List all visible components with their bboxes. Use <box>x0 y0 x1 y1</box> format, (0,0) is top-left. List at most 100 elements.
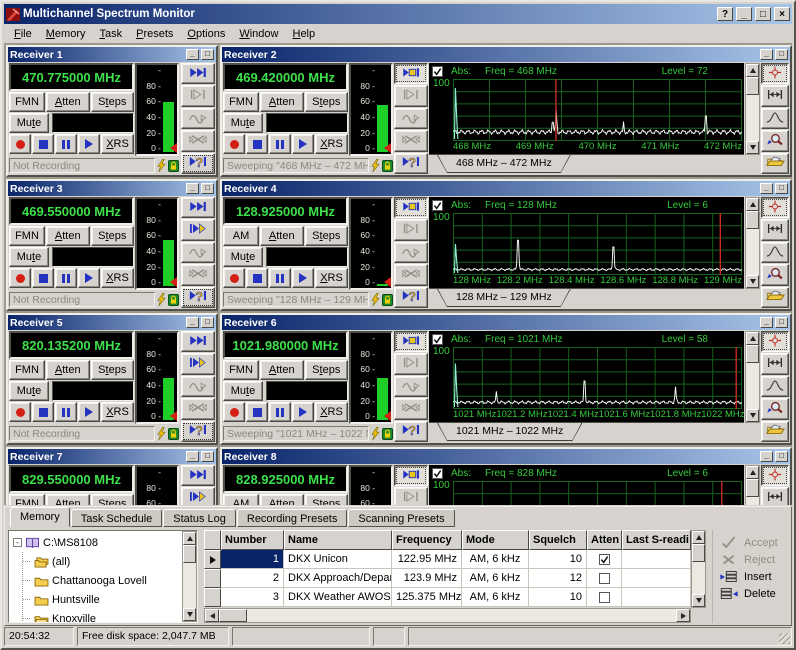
scroll-track[interactable] <box>746 497 759 505</box>
cell-mode[interactable]: AM, 6 kHz <box>462 550 529 569</box>
scroll-down-button[interactable] <box>746 275 759 288</box>
stop-button[interactable] <box>32 134 54 154</box>
menu-options[interactable]: Options <box>180 26 232 42</box>
monitor-button[interactable] <box>394 197 428 219</box>
xrs-button[interactable]: X RS <box>101 268 134 288</box>
insert-button[interactable]: Insert <box>719 570 788 583</box>
tab-memory[interactable]: Memory <box>10 507 70 527</box>
scroll-thumb[interactable] <box>746 211 759 229</box>
resume-scan-button[interactable] <box>394 85 428 107</box>
skip-button[interactable] <box>181 63 215 85</box>
minimize-button[interactable]: _ <box>186 451 199 462</box>
mode-button[interactable]: FMN <box>9 92 45 112</box>
record-button[interactable] <box>9 268 31 288</box>
atten-button[interactable]: Atten <box>46 360 90 380</box>
minimize-button[interactable]: _ <box>760 49 773 60</box>
maximize-button[interactable]: □ <box>775 317 788 328</box>
atten-button[interactable]: Atten <box>46 226 90 246</box>
mode-button[interactable]: FMN <box>9 360 45 380</box>
maximize-button[interactable]: □ <box>755 7 771 21</box>
maximize-button[interactable]: □ <box>775 49 788 60</box>
col-header-last-s-readi[interactable]: Last S-readi <box>622 530 691 550</box>
atten-checkbox[interactable] <box>598 553 610 565</box>
pause-button[interactable] <box>55 134 77 154</box>
minimize-button[interactable]: _ <box>186 49 199 60</box>
monitor-button[interactable] <box>394 465 428 487</box>
close-button[interactable]: × <box>774 7 790 21</box>
resume-scan-button[interactable] <box>394 219 428 241</box>
mode-button[interactable]: FMN <box>223 360 259 380</box>
cancel-scan-button[interactable] <box>394 398 428 420</box>
atten-button[interactable]: Atten <box>46 92 90 112</box>
cell-mode[interactable]: AM, 6 kHz <box>462 569 529 588</box>
atten-checkbox[interactable] <box>598 572 610 584</box>
cell-atten[interactable] <box>587 550 622 569</box>
receiver-titlebar[interactable]: Receiver 5 _ □ <box>8 315 216 330</box>
search-button[interactable]: ? <box>181 152 215 175</box>
mode-button[interactable]: AM <box>223 226 259 246</box>
span-button[interactable] <box>761 219 789 241</box>
band-tab[interactable]: 468 MHz – 472 MHz <box>438 155 570 172</box>
steps-button[interactable]: St eps <box>90 92 134 112</box>
crosshair-button[interactable] <box>761 63 789 85</box>
mode-button[interactable]: FMN <box>9 494 45 505</box>
grid-hscrollbar[interactable] <box>204 608 691 623</box>
cell-name[interactable]: DKX Approach/Depar... <box>284 569 392 588</box>
grid-scrollbar[interactable] <box>691 530 706 608</box>
spectrum-checkbox[interactable] <box>432 65 443 77</box>
xrs-button[interactable]: X RS <box>315 268 348 288</box>
mute-button[interactable]: Mu t e <box>223 381 263 401</box>
spectrum-checkbox[interactable] <box>432 199 443 211</box>
receiver-titlebar[interactable]: Receiver 7 _ □ <box>8 449 216 464</box>
stop-button[interactable] <box>246 402 268 422</box>
scroll-right-button[interactable] <box>676 609 690 622</box>
cell-last-s-readi[interactable] <box>622 550 691 569</box>
skip-scan-button[interactable] <box>181 107 215 130</box>
span-button[interactable] <box>761 353 789 375</box>
open-button[interactable] <box>761 286 789 309</box>
cell-last-s-readi[interactable] <box>622 569 691 588</box>
xrs-button[interactable]: X RS <box>101 134 134 154</box>
cell-squelch[interactable]: 10 <box>529 588 587 607</box>
minimize-button[interactable]: _ <box>760 183 773 194</box>
steps-button[interactable]: St eps <box>304 360 348 380</box>
mute-button[interactable]: Mu t e <box>223 247 263 267</box>
scroll-thumb[interactable] <box>219 609 247 622</box>
atten-button[interactable]: Atten <box>260 226 304 246</box>
cell-name[interactable]: DKX Weather AWOS <box>284 588 392 607</box>
monitor-button[interactable] <box>394 331 428 353</box>
menu-task[interactable]: Task <box>92 26 129 42</box>
span-button[interactable] <box>761 487 789 505</box>
cell-squelch[interactable]: 10 <box>529 550 587 569</box>
skip-button[interactable] <box>181 465 215 487</box>
receiver-titlebar[interactable]: Receiver 6 _ □ <box>222 315 790 330</box>
atten-button[interactable]: Atten <box>260 360 304 380</box>
open-button[interactable] <box>761 152 789 175</box>
record-button[interactable] <box>9 402 31 422</box>
mode-button[interactable]: FMN <box>9 226 45 246</box>
pause-button[interactable] <box>269 134 291 154</box>
cell-atten[interactable] <box>587 569 622 588</box>
play-button[interactable] <box>78 268 100 288</box>
resume-scan-button[interactable] <box>181 353 215 375</box>
cell-atten[interactable] <box>587 588 622 607</box>
resume-scan-button[interactable] <box>394 487 428 505</box>
minimize-button[interactable]: _ <box>760 451 773 462</box>
pause-button[interactable] <box>269 268 291 288</box>
tab-status-log[interactable]: Status Log <box>163 509 236 527</box>
scroll-up-button[interactable] <box>746 64 759 77</box>
atten-button[interactable]: Atten <box>260 494 304 505</box>
cancel-scan-button[interactable] <box>181 130 215 152</box>
scroll-track[interactable] <box>692 562 705 594</box>
play-button[interactable] <box>292 268 314 288</box>
xrs-button[interactable]: X RS <box>101 402 134 422</box>
minimize-button[interactable]: _ <box>736 7 752 21</box>
play-button[interactable] <box>292 402 314 422</box>
cancel-scan-button[interactable] <box>394 130 428 152</box>
maximize-button[interactable]: □ <box>201 317 214 328</box>
tree-root[interactable]: - C:\MS8108 <box>13 533 182 552</box>
steps-button[interactable]: St eps <box>90 226 134 246</box>
scroll-down-button[interactable] <box>692 594 705 607</box>
cell-frequency[interactable]: 123.9 MHz <box>392 569 462 588</box>
skip-button[interactable] <box>181 197 215 219</box>
